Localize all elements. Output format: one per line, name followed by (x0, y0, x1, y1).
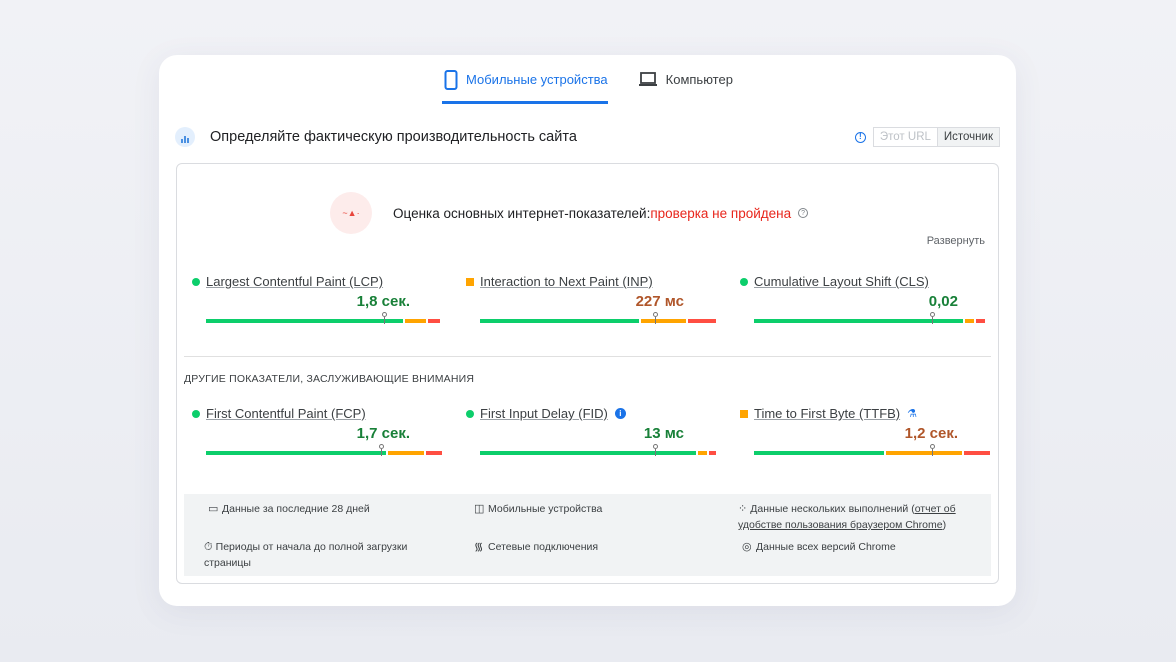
expand-link[interactable]: Развернуть (927, 235, 985, 247)
metric-value: 227 мс (635, 293, 684, 310)
tab-desktop[interactable]: Компьютер (636, 55, 733, 103)
assessment-label: Оценка основных интернет-показателей: (393, 205, 651, 221)
bar-average (886, 451, 963, 455)
metric-value: 0,02 (928, 293, 958, 310)
cwv-assessment: ~▲· Оценка основных интернет-показателей… (330, 192, 809, 234)
average-rating-icon (466, 277, 474, 286)
distribution-bar (206, 444, 443, 456)
samples-suffix: ) (942, 519, 947, 531)
timer-icon: ⏱ (204, 541, 216, 553)
samples-text: Данные нескольких выполнений ( (750, 503, 915, 515)
assessment-status: проверка не пройдена (650, 205, 792, 221)
failed-assessment-icon: ~▲· (330, 192, 372, 234)
bar-poor (964, 451, 991, 455)
phone-icon (444, 69, 458, 90)
distribution-bar (754, 444, 991, 456)
metric-inp: Interaction to Next Paint (INP) 227 мс (466, 274, 718, 334)
bar-average (964, 319, 975, 323)
crux-logo-icon (175, 127, 195, 147)
field-data-panel: ~▲· Оценка основных интернет-показателей… (176, 163, 999, 584)
good-rating-icon (192, 409, 200, 418)
bar-average (640, 319, 686, 323)
toggle-origin[interactable]: Источник (937, 127, 1000, 147)
metric-name[interactable]: First Contentful Paint (FCP) (206, 406, 366, 421)
metric-name[interactable]: Interaction to Next Paint (INP) (480, 274, 653, 289)
bar-average (388, 451, 424, 455)
metric-value: 1,7 сек. (356, 425, 410, 442)
bar-poor (428, 319, 440, 323)
metric-fid: First Input Delay (FID) i 13 мс (466, 406, 718, 466)
metric-lcp: Largest Contentful Paint (LCP) 1,8 сек. (192, 274, 444, 334)
bar-good (206, 451, 387, 455)
samples-icon: ⁘ (738, 503, 751, 515)
percentile-marker (929, 444, 935, 456)
device-text: Мобильные устройства (488, 503, 603, 515)
bar-average (404, 319, 427, 323)
percentile-marker (381, 312, 387, 324)
versions-text: Данные всех версий Chrome (756, 541, 896, 553)
metric-ttfb: Time to First Byte (TTFB) ⚗ 1,2 сек. (740, 406, 992, 466)
distribution-bar (206, 312, 443, 324)
chrome-icon: ◎ (742, 541, 752, 553)
metric-value: 1,8 сек. (356, 293, 410, 310)
bar-good (754, 451, 885, 455)
flask-icon: ⚗ (907, 408, 918, 420)
help-icon[interactable]: ? (798, 208, 809, 218)
info-icon[interactable]: i (614, 408, 626, 419)
bar-poor (425, 451, 443, 455)
metric-name[interactable]: Time to First Byte (TTFB) (754, 406, 900, 421)
wifi-icon: ᯾ (474, 541, 484, 553)
bar-good (480, 319, 639, 323)
other-metrics-title: ДРУГИЕ ПОКАЗАТЕЛИ, ЗАСЛУЖИВАЮЩИЕ ВНИМАНИ… (184, 373, 475, 385)
good-rating-icon (192, 277, 200, 286)
metric-value: 13 мс (643, 425, 684, 442)
bar-poor (976, 319, 986, 323)
tab-label: Компьютер (665, 71, 733, 87)
duration-text: Периоды от начала до полной загрузки стр… (204, 541, 408, 569)
distribution-bar (754, 312, 991, 324)
metric-fcp: First Contentful Paint (FCP) 1,7 сек. (192, 406, 444, 466)
metric-value: 1,2 сек. (904, 425, 958, 442)
tab-label: Мобильные устройства (466, 72, 608, 87)
info-icon[interactable]: ! (854, 131, 866, 143)
percentile-marker (653, 312, 659, 324)
toggle-this-url[interactable]: Этот URL (872, 127, 938, 147)
bar-poor (687, 319, 717, 323)
percentile-marker (929, 312, 935, 324)
good-rating-icon (740, 277, 748, 286)
divider (184, 356, 991, 357)
bar-good (480, 451, 696, 455)
average-rating-icon (740, 409, 748, 418)
percentile-marker (379, 444, 385, 456)
distribution-bar (480, 444, 717, 456)
data-info-footer: ▭ Данные за последние 28 дней ◫ Мобильные … (184, 494, 991, 576)
tab-mobile[interactable]: Мобильные устройства (442, 55, 608, 104)
distribution-bar (480, 312, 717, 324)
device-tabs: Мобильные устройства Компьютер (159, 55, 1016, 105)
calendar-icon: ▭ (208, 503, 219, 515)
bar-poor (709, 451, 717, 455)
good-rating-icon (466, 409, 474, 418)
section-title: Определяйте фактическую производительнос… (210, 129, 577, 145)
devices-icon: ◫ (474, 503, 485, 515)
metric-name[interactable]: Largest Contentful Paint (LCP) (206, 274, 383, 289)
section-header: Определяйте фактическую производительнос… (175, 125, 1000, 149)
metric-name[interactable]: First Input Delay (FID) (480, 406, 608, 421)
pagespeed-card: Мобильные устройства Компьютер Определяй… (159, 55, 1016, 606)
metric-cls: Cumulative Layout Shift (CLS) 0,02 (740, 274, 992, 334)
laptop-icon (638, 72, 657, 86)
bar-good (206, 319, 403, 323)
metric-name[interactable]: Cumulative Layout Shift (CLS) (754, 274, 929, 289)
bar-average (697, 451, 708, 455)
percentile-marker (653, 444, 659, 456)
network-text: Сетевые подключения (488, 541, 599, 553)
period-text: Данные за последние 28 дней (222, 503, 370, 515)
